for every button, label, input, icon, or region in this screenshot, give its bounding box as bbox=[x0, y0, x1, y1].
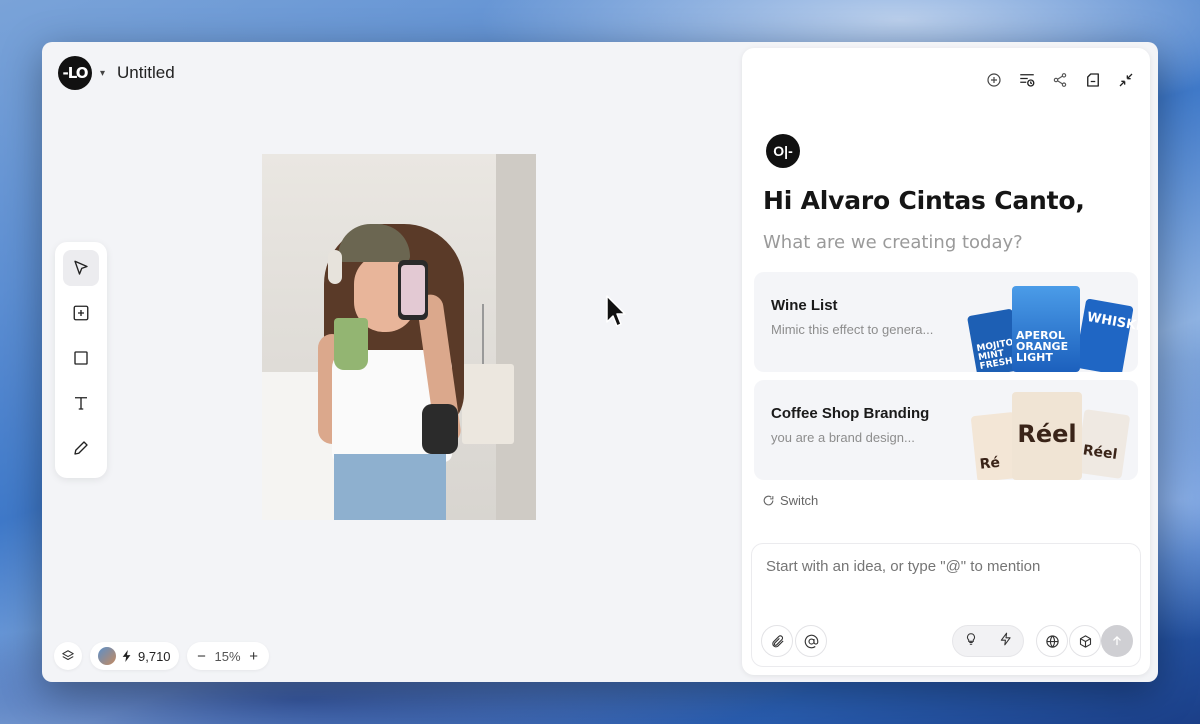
history-icon bbox=[1020, 74, 1035, 87]
photo-jeans bbox=[334, 454, 446, 520]
coffee-tile-center: Réel bbox=[1012, 392, 1082, 480]
card-description: you are a brand design... bbox=[771, 430, 915, 445]
document-title[interactable]: Untitled bbox=[117, 63, 175, 83]
zoom-in-button[interactable]: + bbox=[247, 648, 261, 665]
square-icon bbox=[74, 351, 88, 365]
idea-mode-button[interactable] bbox=[964, 632, 978, 651]
prompt-composer bbox=[751, 543, 1141, 667]
app-logo[interactable]: -LO bbox=[58, 56, 92, 90]
rectangle-tool[interactable] bbox=[63, 340, 99, 376]
suggestion-card-wine-list[interactable]: Wine List Mimic this effect to genera...… bbox=[754, 272, 1138, 372]
share-button[interactable] bbox=[1050, 70, 1070, 90]
chevron-down-icon[interactable]: ▾ bbox=[100, 68, 105, 79]
coffee-tile-right: Réel bbox=[1075, 409, 1131, 479]
layers-button[interactable] bbox=[54, 642, 82, 670]
suggestion-card-coffee-shop[interactable]: Coffee Shop Branding you are a brand des… bbox=[754, 380, 1138, 480]
tool-palette bbox=[55, 242, 107, 478]
zoom-control: − 15% + bbox=[186, 642, 269, 670]
lightning-icon bbox=[1000, 632, 1011, 645]
photo-nightstand bbox=[462, 364, 514, 444]
share-icon bbox=[1053, 73, 1067, 87]
zoom-level: 15% bbox=[214, 648, 241, 664]
card-description: Mimic this effect to genera... bbox=[771, 322, 934, 337]
arrow-up-icon bbox=[1113, 636, 1121, 646]
pointer-arrow-icon bbox=[74, 260, 88, 275]
zoom-out-button[interactable]: − bbox=[195, 648, 209, 665]
header-brand: -LO ▾ Untitled bbox=[58, 56, 175, 90]
3d-model-button[interactable] bbox=[1069, 625, 1101, 657]
assets-icon bbox=[1087, 73, 1099, 87]
collapse-icon bbox=[1119, 73, 1133, 87]
assets-button[interactable] bbox=[1083, 70, 1103, 90]
select-tool[interactable] bbox=[63, 250, 99, 286]
greeting-heading: Hi Alvaro Cintas Canto, bbox=[763, 186, 1085, 215]
photo-headphone bbox=[328, 250, 342, 284]
mouse-cursor-icon bbox=[606, 295, 626, 327]
card-title: Wine List bbox=[771, 297, 838, 314]
prompt-input[interactable] bbox=[766, 558, 1126, 575]
globe-icon bbox=[1045, 634, 1059, 648]
photo-lamp bbox=[482, 304, 498, 364]
photo-drink-cup bbox=[334, 318, 368, 370]
assistant-panel: O|- Hi Alvaro Cintas Canto, What are we … bbox=[742, 48, 1150, 675]
photo-bag bbox=[422, 404, 458, 454]
paperclip-icon bbox=[771, 634, 784, 647]
switch-label: Switch bbox=[780, 493, 819, 508]
text-t-icon bbox=[75, 397, 87, 410]
layers-icon bbox=[62, 650, 74, 661]
wine-tile-center: APEROL ORANGE LIGHT bbox=[1012, 286, 1080, 372]
photo-phone-screen bbox=[401, 265, 425, 315]
pencil-icon bbox=[74, 441, 88, 455]
credits-badge[interactable]: 9,710 bbox=[90, 642, 179, 670]
credits-count: 9,710 bbox=[138, 648, 171, 664]
photo-wall bbox=[496, 154, 536, 520]
refresh-icon bbox=[763, 495, 774, 506]
at-sign-icon bbox=[804, 634, 818, 648]
cube-icon bbox=[1079, 634, 1091, 648]
mode-toggle bbox=[952, 625, 1024, 657]
lightning-icon bbox=[122, 650, 131, 662]
plus-square-icon bbox=[73, 305, 89, 321]
add-frame-tool[interactable] bbox=[63, 295, 99, 331]
canvas-image[interactable] bbox=[262, 154, 536, 520]
mention-button[interactable] bbox=[795, 625, 827, 657]
bottom-bar: 9,710 − 15% + bbox=[54, 642, 269, 670]
new-chat-button[interactable] bbox=[984, 70, 1004, 90]
collapse-panel-button[interactable] bbox=[1116, 70, 1136, 90]
attach-button[interactable] bbox=[761, 625, 793, 657]
card-title: Coffee Shop Branding bbox=[771, 405, 930, 422]
web-search-button[interactable] bbox=[1036, 625, 1068, 657]
history-button[interactable] bbox=[1017, 70, 1037, 90]
fast-mode-button[interactable] bbox=[999, 632, 1013, 651]
new-chat-icon bbox=[987, 73, 1001, 87]
lightbulb-icon bbox=[966, 632, 975, 645]
avatar[interactable] bbox=[98, 647, 116, 665]
assistant-logo: O|- bbox=[766, 134, 800, 168]
wine-tile-right: WHISKEY bbox=[1074, 298, 1138, 372]
app-window: -LO ▾ Untitled 9,710 − 15% + O|- Hi Alva… bbox=[42, 42, 1158, 682]
send-button[interactable] bbox=[1101, 625, 1133, 657]
panel-header-actions bbox=[984, 70, 1136, 90]
pen-tool[interactable] bbox=[63, 430, 99, 466]
text-tool[interactable] bbox=[63, 385, 99, 421]
switch-suggestions-button[interactable]: Switch bbox=[762, 493, 818, 508]
greeting-subtitle: What are we creating today? bbox=[763, 232, 1023, 253]
